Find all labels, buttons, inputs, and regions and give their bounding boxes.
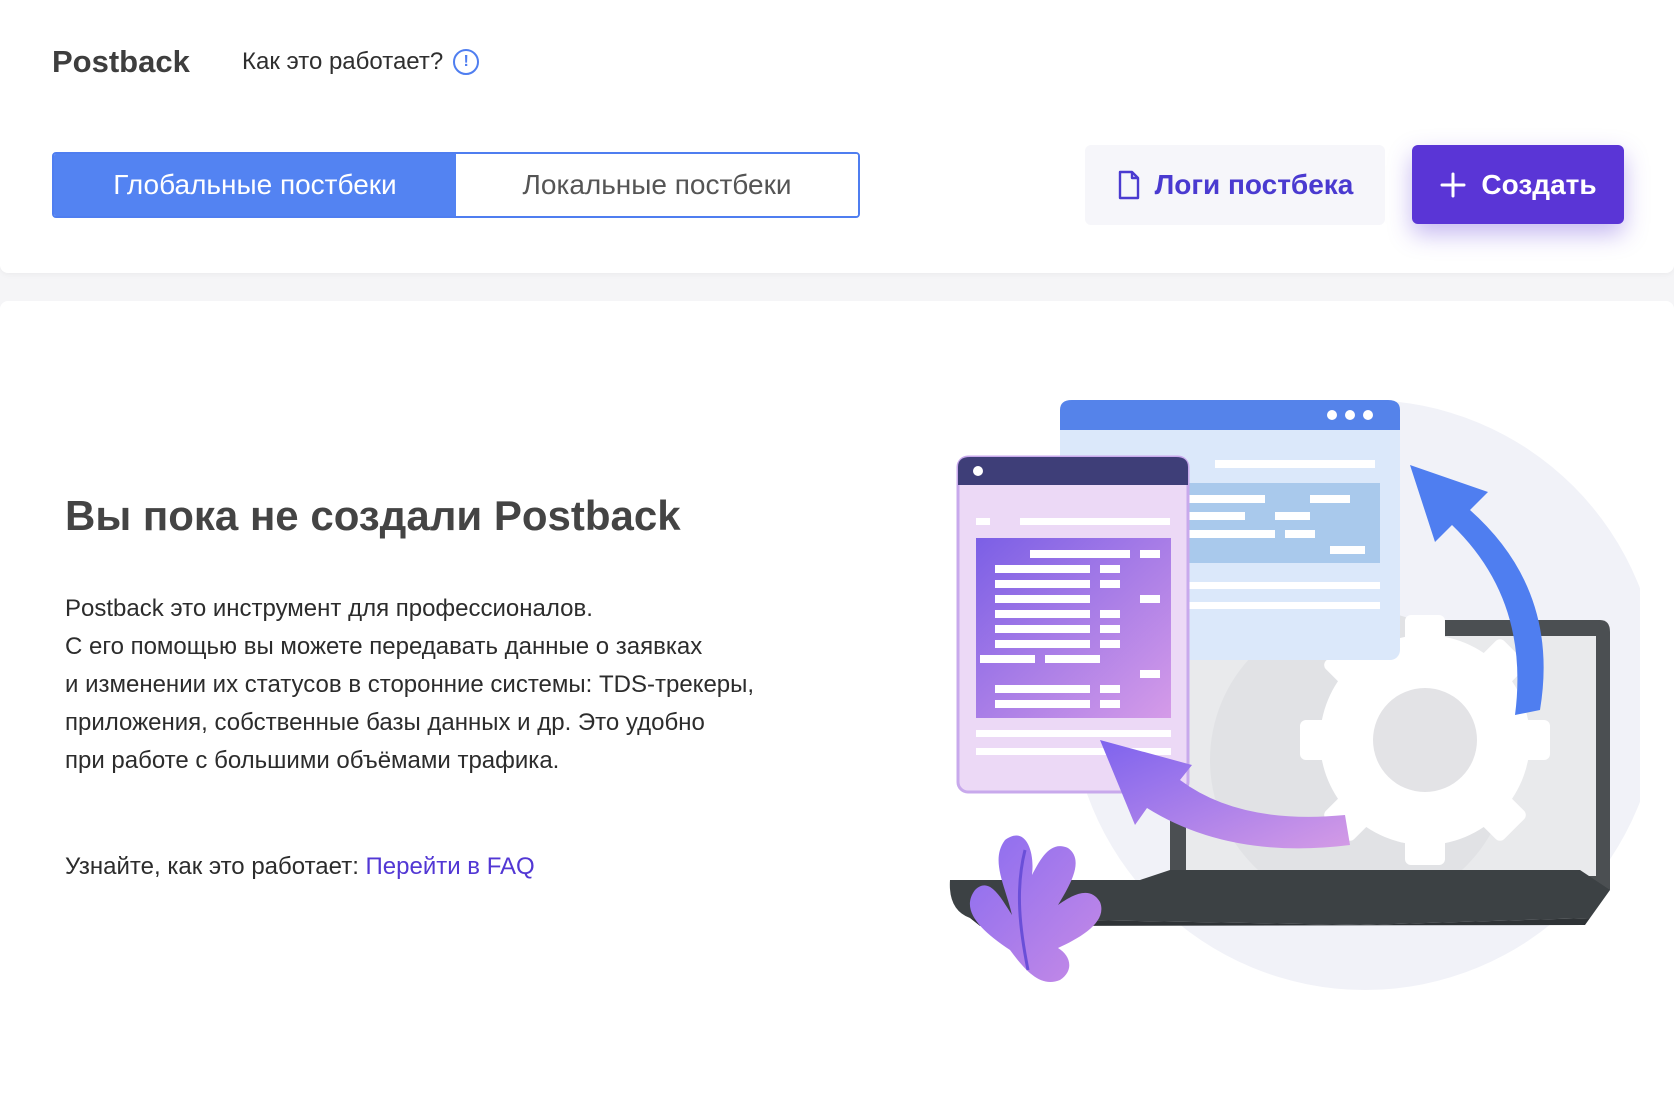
info-icon[interactable]: ! xyxy=(453,49,480,75)
description-line: при работе с большими объёмами трафика. xyxy=(65,747,560,774)
faq-line: Узнайте, как это работает: Перейти в FAQ xyxy=(65,853,535,881)
description-line: и изменении их статусов в сторонние сист… xyxy=(65,671,755,698)
postback-tabs: Глобальные постбеки Локальные постбеки xyxy=(52,152,860,218)
faq-prefix: Узнайте, как это работает: xyxy=(65,853,366,880)
description-line: С его помощью вы можете передавать данны… xyxy=(65,633,703,660)
description-line: Postback это инструмент для профессионал… xyxy=(65,595,593,622)
empty-state-description: Postback это инструмент для профессионал… xyxy=(65,590,825,780)
tab-global-postbacks[interactable]: Глобальные постбеки xyxy=(54,154,456,216)
create-button[interactable]: Создать xyxy=(1412,145,1624,224)
how-it-works-label: Как это работает? xyxy=(242,48,444,75)
how-it-works-link[interactable]: Как это работает? ! xyxy=(242,48,480,76)
document-window-front-icon xyxy=(956,455,1190,794)
tab-local-postbacks[interactable]: Локальные постбеки xyxy=(456,154,858,216)
create-label: Создать xyxy=(1481,168,1597,200)
postback-illustration xyxy=(949,400,1640,990)
header-card: Postback Как это работает? ! Глобальные … xyxy=(0,0,1674,273)
empty-state-title: Вы пока не создали Postback xyxy=(65,492,681,539)
plus-icon xyxy=(1440,172,1466,197)
document-icon xyxy=(1118,170,1139,200)
postback-logs-label: Логи постбека xyxy=(1154,169,1354,200)
postback-logs-button[interactable]: Логи постбека xyxy=(1085,145,1385,225)
description-line: приложения, собственные базы данных и др… xyxy=(65,709,705,736)
plant-icon xyxy=(969,835,1102,982)
page-title: Postback xyxy=(52,44,190,79)
faq-link[interactable]: Перейти в FAQ xyxy=(366,853,535,880)
